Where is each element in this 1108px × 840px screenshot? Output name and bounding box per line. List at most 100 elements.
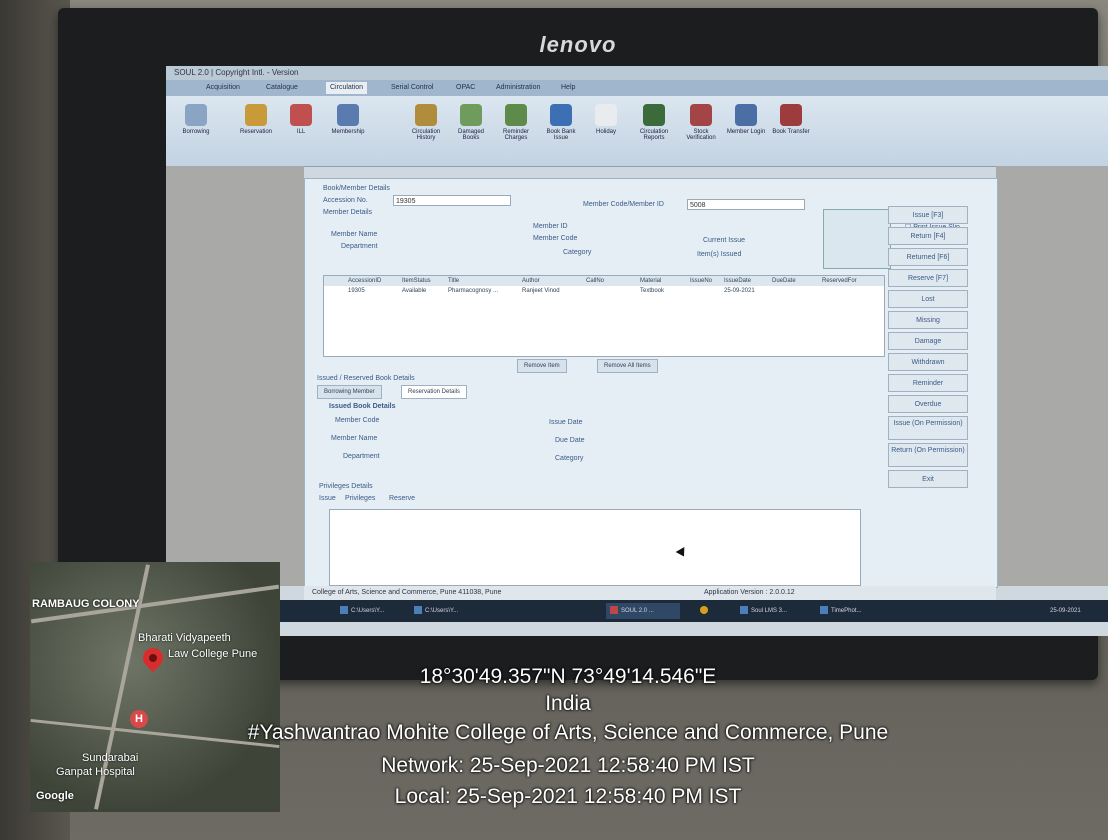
book-transfer-button[interactable]: Book Transfer xyxy=(771,104,811,156)
network-time: Network: 25-Sep-2021 12:58:40 PM IST xyxy=(381,754,755,777)
priv-tab-reserve[interactable]: Reserve xyxy=(389,495,415,502)
gps-coordinates: 18°30'49.357"N 73°49'14.546"E xyxy=(419,665,717,688)
taskbar: C:\Users\Y... C:\Users\Y... SOUL 2.0 ...… xyxy=(166,600,1108,622)
tab-administration[interactable]: Administration xyxy=(496,82,540,94)
remove-item-button[interactable]: Remove Item xyxy=(517,359,567,373)
circulation-reports-button[interactable]: Circulation Reports xyxy=(634,104,674,156)
lost-button[interactable]: Lost xyxy=(888,290,968,308)
borrowing-button[interactable]: Borrowing xyxy=(176,104,216,156)
grid-header: AccessionID ItemStatus Title Author Call… xyxy=(324,276,884,286)
return-on-permission-button[interactable]: Return (On Permission) xyxy=(888,443,968,467)
menu-tabs: Acquisition Catalogue Circulation Serial… xyxy=(166,80,1108,96)
tab-circulation[interactable]: Circulation xyxy=(326,82,368,94)
due-date-label: Due Date xyxy=(555,437,585,444)
holiday-button[interactable]: Holiday xyxy=(586,104,626,156)
issue-on-permission-button[interactable]: Issue (On Permission) xyxy=(888,416,968,440)
taskbar-explorer-2[interactable]: C:\Users\Y... xyxy=(410,603,480,619)
priv-tab-privileges[interactable]: Privileges xyxy=(345,495,375,502)
col-author: Author xyxy=(522,278,540,284)
tab-reservation-details[interactable]: Reservation Details xyxy=(401,385,468,399)
department3-label: Department xyxy=(343,453,380,460)
books-icon xyxy=(460,104,482,126)
reservation-button[interactable]: Reservation xyxy=(236,104,276,156)
taskbar-timephoto[interactable]: TimePhot... xyxy=(816,603,890,619)
photo-icon xyxy=(820,606,828,615)
taskbar-chrome[interactable] xyxy=(696,603,710,619)
tab-help[interactable]: Help xyxy=(561,82,575,94)
priv-tab-issue[interactable]: Issue xyxy=(319,495,336,502)
stock-verification-button[interactable]: Stock Verification xyxy=(681,104,721,156)
chrome-icon xyxy=(700,606,708,615)
member-code-label: Member Code/Member ID xyxy=(583,201,664,208)
ribbon-toolbar: Borrowing Reservation ILL Membership Cir… xyxy=(166,96,1108,167)
items-grid: AccessionID ItemStatus Title Author Call… xyxy=(323,275,885,357)
reminder-button[interactable]: Reminder xyxy=(888,374,968,392)
browser-icon xyxy=(740,606,748,615)
book-bank-button[interactable]: Book Bank Issue xyxy=(541,104,581,156)
privileges-title: Privileges Details xyxy=(319,483,373,490)
book-bank-icon xyxy=(550,104,572,126)
folder-icon xyxy=(340,606,348,615)
map-label-bharati: Bharati Vidyapeeth xyxy=(138,632,231,644)
tab-borrowing-member[interactable]: Borrowing Member xyxy=(317,385,382,399)
map-label-sundarabai: Sundarabai xyxy=(82,752,139,764)
damage-button[interactable]: Damage xyxy=(888,332,968,350)
map-label-rambaug: RAMBAUG COLONY xyxy=(32,598,140,610)
globe-icon xyxy=(290,104,312,126)
col-title: Title xyxy=(448,278,460,284)
member-login-button[interactable]: Member Login xyxy=(726,104,766,156)
col-reservedfor: ReservedFor xyxy=(822,278,857,284)
tab-catalogue[interactable]: Catalogue xyxy=(266,82,298,94)
member-name3-label: Member Name xyxy=(331,435,378,442)
map-label-hospital: Ganpat Hospital xyxy=(56,766,135,778)
tab-opac[interactable]: OPAC xyxy=(456,82,475,94)
location-pin-icon xyxy=(138,643,168,673)
member-photo xyxy=(823,209,891,269)
history-icon xyxy=(415,104,437,126)
missing-button[interactable]: Missing xyxy=(888,311,968,329)
status-college: College of Arts, Science and Commerce, P… xyxy=(312,589,502,596)
member-code-input[interactable]: 5008 xyxy=(687,199,805,210)
workspace-right xyxy=(996,166,1108,586)
membership-button[interactable]: Membership xyxy=(328,104,368,156)
tab-serial-control[interactable]: Serial Control xyxy=(391,82,433,94)
col-callno: CallNo xyxy=(586,278,605,284)
ill-button[interactable]: ILL xyxy=(281,104,321,156)
place-label: #Yashwantrao Mohite College of Arts, Sci… xyxy=(247,721,889,744)
reserve-button[interactable]: Reserve [F7] xyxy=(888,269,968,287)
returned-button[interactable]: Returned [F6] xyxy=(888,248,968,266)
damaged-books-button[interactable]: Damaged Books xyxy=(451,104,491,156)
member-code2-label: Member Code xyxy=(533,235,578,242)
taskbar-explorer-1[interactable]: C:\Users\Y... xyxy=(336,603,406,619)
issue-button[interactable]: Issue [F3] xyxy=(888,206,968,224)
workspace-left xyxy=(166,166,304,586)
exit-button[interactable]: Exit xyxy=(888,470,968,488)
charges-icon xyxy=(505,104,527,126)
withdrawn-button[interactable]: Withdrawn xyxy=(888,353,968,371)
category-label: Category xyxy=(563,249,592,256)
action-buttons: Issue [F3] Return [F4] Returned [F6] Res… xyxy=(888,206,970,491)
overdue-button[interactable]: Overdue xyxy=(888,395,968,413)
member-details-label: Member Details xyxy=(323,209,373,216)
remove-all-button[interactable]: Remove All Items xyxy=(597,359,658,373)
table-row[interactable]: 19305 Available Pharmacognosy ... Ranjee… xyxy=(324,286,884,296)
member-icon xyxy=(735,104,757,126)
tab-acquisition[interactable]: Acquisition xyxy=(206,82,240,94)
issue-date-label: Issue Date xyxy=(549,419,583,426)
return-button[interactable]: Return [F4] xyxy=(888,227,968,245)
taskbar-clock[interactable]: 25-09-2021 xyxy=(1046,603,1106,619)
issued-section-title: Issued / Reserved Book Details xyxy=(317,375,415,382)
card-icon xyxy=(337,104,359,126)
person-icon xyxy=(245,104,267,126)
reminder-charges-button[interactable]: Reminder Charges xyxy=(496,104,536,156)
col-material: Material xyxy=(640,278,662,284)
circulation-history-button[interactable]: Circulation History xyxy=(406,104,446,156)
accession-input[interactable]: 19305 xyxy=(393,195,511,206)
taskbar-soul-lms[interactable]: Soul LMS 3... xyxy=(736,603,810,619)
status-bar: College of Arts, Science and Commerce, P… xyxy=(304,586,996,600)
taskbar-soul[interactable]: SOUL 2.0 ... xyxy=(606,603,680,619)
country-label: India xyxy=(545,692,591,715)
stock-icon xyxy=(690,104,712,126)
accession-label: Accession No. xyxy=(323,197,368,204)
category3-label: Category xyxy=(555,455,584,462)
